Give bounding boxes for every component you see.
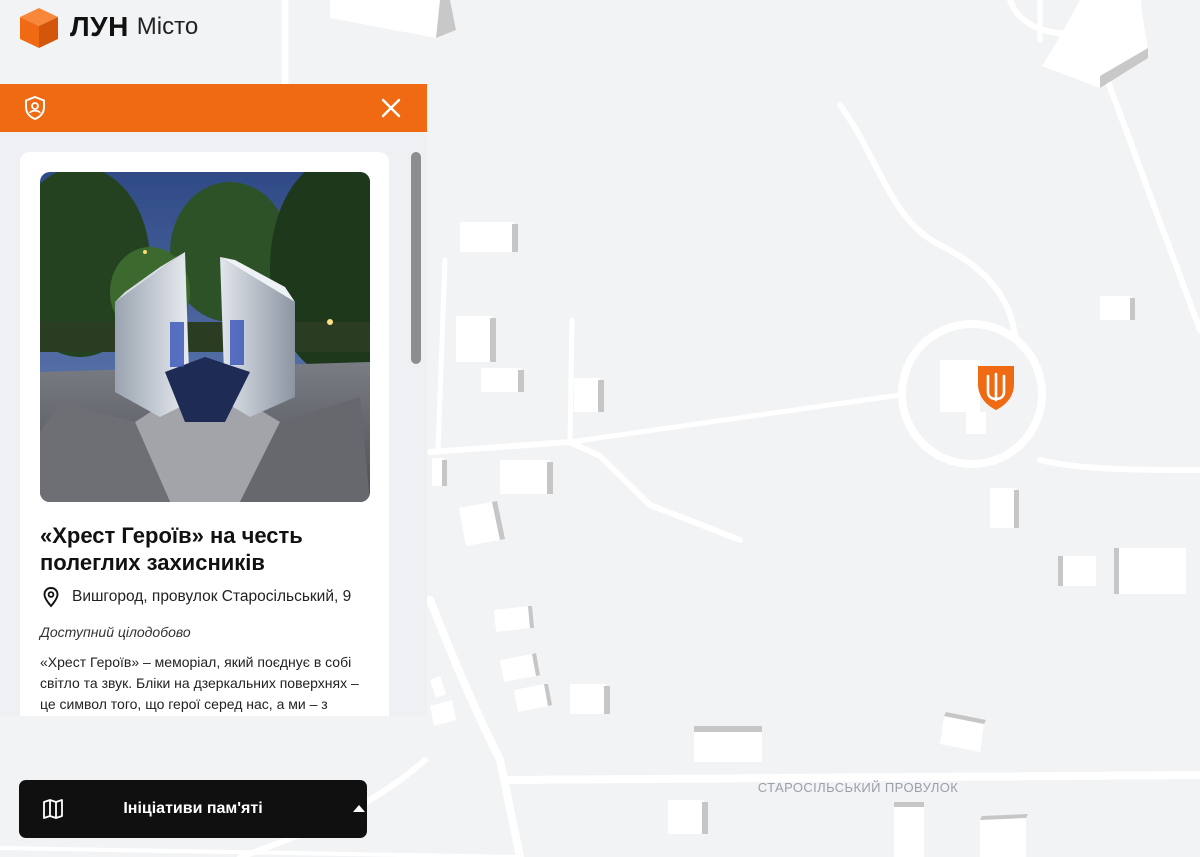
opening-hours: Доступний цілодобово xyxy=(40,624,191,640)
memory-initiatives-button[interactable]: Ініціативи пам'яті xyxy=(19,780,367,838)
memory-initiatives-label: Ініціативи пам'яті xyxy=(123,800,263,817)
address-text: Вишгород, провулок Старосільський, 9 xyxy=(72,588,352,605)
place-card: «Хрест Героїв» на честь полеглих захисни… xyxy=(20,152,389,716)
shield-user-icon xyxy=(25,95,45,121)
place-title: «Хрест Героїв» на честь полеглих захисни… xyxy=(40,523,303,575)
brand-product: Місто xyxy=(136,13,199,40)
place-address: Вишгород, провулок Старосільський, 9 xyxy=(40,586,351,608)
cube-logo-icon xyxy=(20,8,58,48)
place-photo xyxy=(40,172,370,502)
place-description: «Хрест Героїв» – меморіал, який поєднує … xyxy=(40,654,359,712)
place-panel: «Хрест Героїв» на честь полеглих захисни… xyxy=(0,132,427,716)
panel-scrollbar[interactable] xyxy=(411,152,421,364)
memorial-photo-illustration xyxy=(40,172,370,502)
street-label: СТАРОСІЛЬСЬКИЙ ПРОВУЛОК xyxy=(758,780,959,795)
close-icon[interactable] xyxy=(378,95,404,121)
brand-logo[interactable]: ЛУН Місто xyxy=(18,6,198,48)
location-pin-icon xyxy=(43,587,59,608)
brand-name: ЛУН xyxy=(70,11,129,42)
panel-header xyxy=(0,84,427,132)
caret-up-icon xyxy=(353,805,365,812)
